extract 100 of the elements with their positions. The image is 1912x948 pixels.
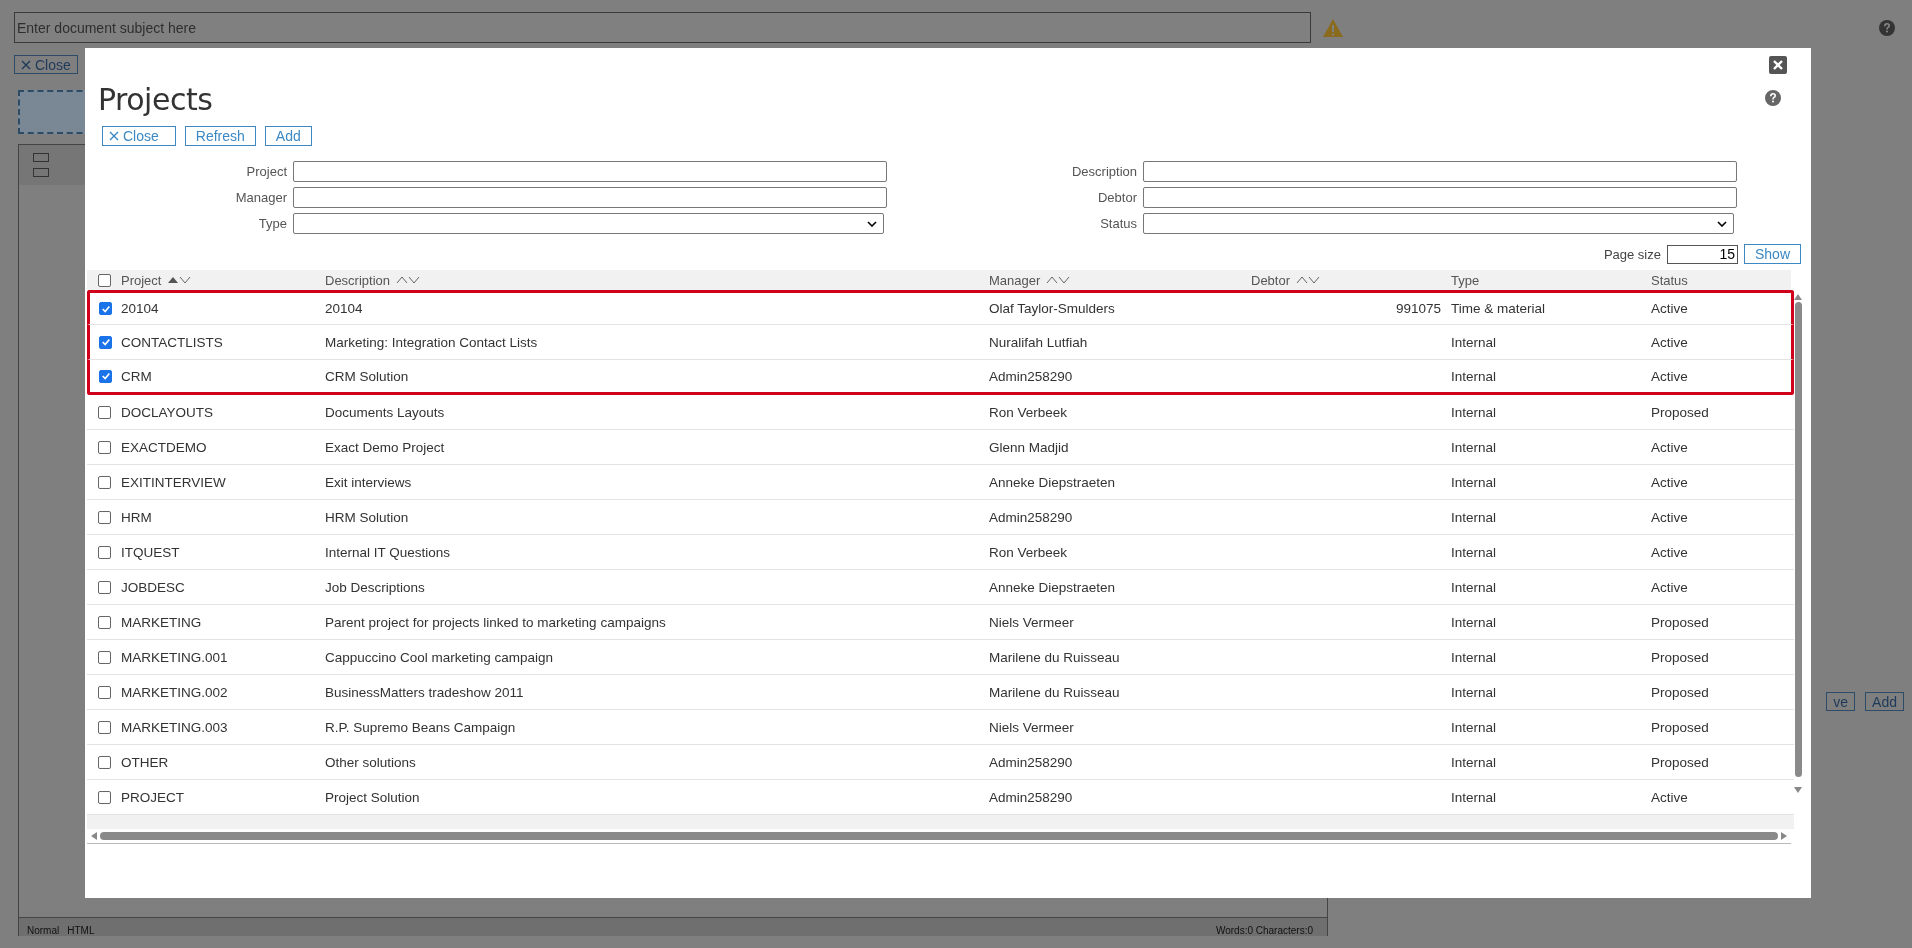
- table-cell: Anneke Diepstraeten: [989, 474, 1116, 490]
- table-cell: Internal: [1451, 368, 1497, 384]
- table-cell: Ron Verbeek: [989, 404, 1068, 420]
- sort-icon[interactable]: [1046, 276, 1071, 284]
- page-size-field[interactable]: 15: [1666, 244, 1738, 264]
- filter-label: Project: [245, 164, 287, 179]
- row-checkbox[interactable]: [97, 475, 111, 489]
- table-row[interactable]: MARKETING.002 BusinessMatters tradeshow 2011 Marilene du Ruisseau Internal Proposed: [87, 675, 1794, 710]
- filter-dropdown[interactable]: [1143, 213, 1734, 234]
- row-checkbox[interactable]: [97, 510, 111, 524]
- row-checkbox[interactable]: [99, 369, 112, 383]
- table-cell: DOCLAYOUTS: [121, 404, 213, 420]
- table-row[interactable]: EXITINTERVIEW Exit interviews Anneke Diepstraeten Internal Active: [87, 465, 1794, 500]
- filter-dropdown[interactable]: [293, 213, 884, 234]
- table-row[interactable]: MARKETING.003 R.P. Supremo Beans Campaign Niels Vermeer Internal Proposed: [87, 710, 1794, 745]
- row-checkbox[interactable]: [97, 440, 111, 454]
- row-checkbox[interactable]: [97, 685, 111, 699]
- editor-mode-tab[interactable]: Normal: [27, 925, 60, 936]
- table-cell: Niels Vermeer: [989, 614, 1074, 630]
- table-cell: Internal IT Questions: [325, 544, 451, 560]
- table-cell: Glenn Madjid: [989, 439, 1069, 455]
- table-cell: EXITINTERVIEW: [121, 474, 226, 490]
- filter-field[interactable]: [1143, 187, 1737, 208]
- table-row[interactable]: EXACTDEMO Exact Demo Project Glenn Madjid Internal Active: [87, 430, 1794, 465]
- table-cell: Marilene du Ruisseau: [989, 649, 1120, 665]
- row-checkbox[interactable]: [97, 545, 111, 559]
- filter-label: Debtor: [1096, 190, 1137, 205]
- table-cell: Admin258290: [989, 789, 1073, 805]
- table-cell: Internal: [1451, 544, 1497, 560]
- row-checkbox[interactable]: [97, 755, 111, 769]
- table-cell: 20104: [325, 301, 363, 316]
- filter-field[interactable]: [293, 187, 887, 208]
- table-row[interactable]: MARKETING Parent project for projects linked to marketing campaigns Niels Vermeer Internal Proposed: [87, 605, 1794, 640]
- help-icon[interactable]: [1765, 90, 1781, 106]
- highlighted-row[interactable]: CONTACTLISTS Marketing: Integration Contact Lists Nuralifah Lutfiah Internal Active: [87, 325, 1794, 360]
- table-cell: Internal: [1451, 719, 1497, 735]
- table-cell: MARKETING: [121, 614, 202, 630]
- warning-icon: [1323, 18, 1343, 37]
- row-checkbox[interactable]: [97, 790, 111, 804]
- close-icon: [109, 131, 119, 141]
- subject-field[interactable]: Enter document subject here: [14, 12, 1311, 43]
- column-header: Status: [1651, 272, 1688, 288]
- table-row[interactable]: OTHER Other solutions Admin258290 Internal Proposed: [87, 745, 1794, 780]
- table-cell: Nuralifah Lutfiah: [989, 334, 1088, 350]
- close-icon[interactable]: [1769, 56, 1787, 74]
- chevron-down-icon: [867, 220, 877, 227]
- sort-icon[interactable]: [1296, 276, 1321, 284]
- table-cell: Proposed: [1651, 719, 1709, 735]
- table-cell: Other solutions: [325, 754, 416, 770]
- table-cell: Cappuccino Cool marketing campaign: [325, 649, 554, 665]
- column-header[interactable]: Debtor: [1251, 272, 1321, 288]
- highlighted-row[interactable]: 20104 20104 Olaf Taylor-Smulders 991075 Time & material Active: [87, 290, 1794, 325]
- table-row[interactable]: MARKETING.001 Cappuccino Cool marketing campaign Marilene du Ruisseau Internal Proposed: [87, 640, 1794, 675]
- toolbar-icon[interactable]: [33, 168, 49, 177]
- table-cell: Active: [1651, 439, 1688, 455]
- table-cell: ITQUEST: [121, 544, 180, 560]
- row-checkbox[interactable]: [97, 580, 111, 594]
- table-cell: Proposed: [1651, 404, 1709, 420]
- toolbar-icon[interactable]: [33, 153, 49, 162]
- chevron-down-icon: [1717, 220, 1727, 227]
- table-cell: Internal: [1451, 789, 1497, 805]
- table-cell: Exact Demo Project: [325, 439, 445, 455]
- row-checkbox[interactable]: [97, 720, 111, 734]
- table-cell: Proposed: [1651, 754, 1709, 770]
- sort-icon[interactable]: [396, 276, 421, 284]
- table-cell: OTHER: [121, 754, 169, 770]
- table-cell: Olaf Taylor-Smulders: [989, 301, 1115, 316]
- filter-label: Type: [257, 216, 287, 231]
- table-cell: Job Descriptions: [325, 579, 425, 595]
- help-icon[interactable]: [1879, 19, 1895, 36]
- horizontal-scrollbar[interactable]: [87, 829, 1791, 844]
- row-checkbox[interactable]: [97, 615, 111, 629]
- row-checkbox[interactable]: [99, 335, 112, 349]
- action-button[interactable]: Add: [264, 126, 312, 146]
- row-checkbox[interactable]: [99, 302, 112, 315]
- select-all-checkbox[interactable]: [97, 273, 111, 287]
- action-button[interactable]: Refresh: [184, 126, 256, 146]
- show-button[interactable]: Show: [1743, 244, 1801, 264]
- column-header[interactable]: Description: [325, 272, 421, 288]
- sort-icon[interactable]: [167, 276, 192, 284]
- table-cell: Proposed: [1651, 649, 1709, 665]
- editor-mode-tab[interactable]: HTML: [67, 925, 95, 936]
- table-cell: Active: [1651, 368, 1688, 384]
- filter-field[interactable]: [293, 161, 887, 182]
- filter-field[interactable]: [1143, 161, 1737, 182]
- column-header[interactable]: Project: [121, 272, 192, 288]
- table-row[interactable]: HRM HRM Solution Admin258290 Internal Active: [87, 500, 1794, 535]
- table-row[interactable]: JOBDESC Job Descriptions Anneke Diepstraeten Internal Active: [87, 570, 1794, 605]
- highlighted-row[interactable]: CRM CRM Solution Admin258290 Internal Active: [87, 360, 1794, 395]
- table-cell: MARKETING.002: [121, 684, 228, 700]
- close-button[interactable]: Close: [102, 126, 176, 146]
- row-checkbox[interactable]: [97, 650, 111, 664]
- column-header[interactable]: Manager: [989, 272, 1071, 288]
- table-cell: Active: [1651, 301, 1688, 316]
- table-cell: CONTACTLISTS: [121, 334, 223, 350]
- table-row[interactable]: DOCLAYOUTS Documents Layouts Ron Verbeek Internal Proposed: [87, 395, 1794, 430]
- row-checkbox[interactable]: [97, 405, 111, 419]
- table-row[interactable]: ITQUEST Internal IT Questions Ron Verbeek Internal Active: [87, 535, 1794, 570]
- filter-label: Description: [1070, 164, 1137, 179]
- table-cell: Documents Layouts: [325, 404, 445, 420]
